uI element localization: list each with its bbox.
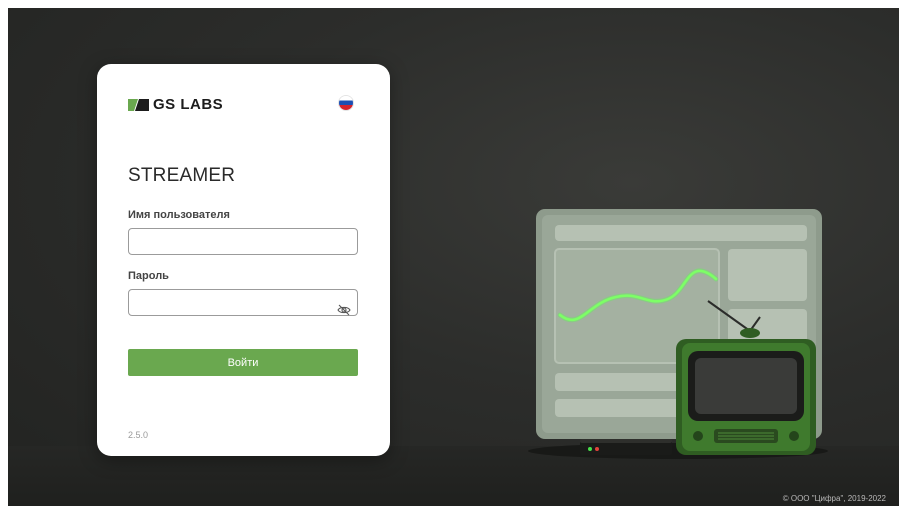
background: GS LABS STREAMER Имя пользователя Пароль… — [8, 8, 899, 506]
username-input[interactable] — [128, 228, 358, 255]
app-version: 2.5.0 — [128, 430, 149, 440]
streaming-illustration — [528, 209, 828, 459]
password-input[interactable] — [128, 289, 358, 316]
eye-off-icon[interactable] — [337, 303, 351, 317]
login-button[interactable]: Войти — [128, 349, 358, 376]
language-flag-icon[interactable] — [339, 96, 353, 110]
password-label: Пароль — [128, 270, 169, 282]
gs-labs-logo-icon — [128, 98, 149, 111]
username-label: Имя пользователя — [128, 209, 230, 221]
app-title: STREAMER — [128, 165, 236, 186]
brand-logo: GS LABS — [128, 96, 223, 113]
brand-name: GS LABS — [153, 96, 224, 113]
login-card: GS LABS STREAMER Имя пользователя Пароль… — [97, 64, 390, 456]
copyright-text: © ООО "Цифра", 2019-2022 — [782, 494, 886, 503]
